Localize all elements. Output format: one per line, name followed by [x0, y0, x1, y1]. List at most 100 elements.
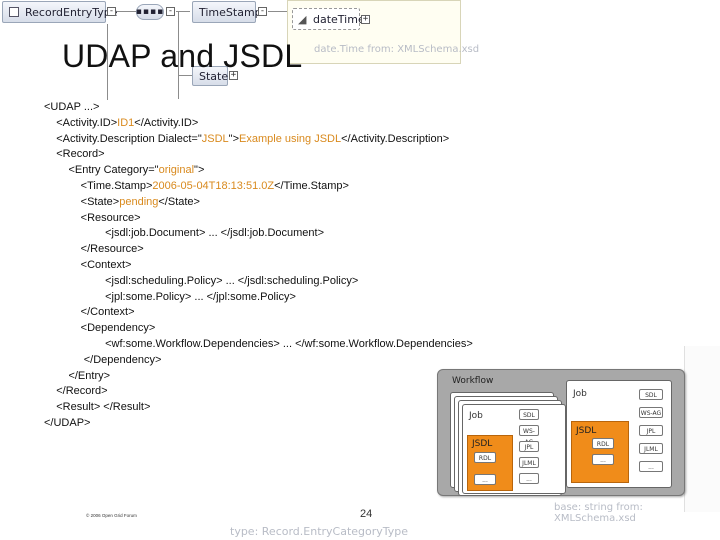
code-text: <Resource> — [44, 211, 141, 224]
code-line: <jsdl:scheduling.Policy> ... </jsdl:sche… — [44, 274, 473, 290]
code-line: <Dependency> — [44, 321, 473, 337]
jsdl-box: JSDL RDL ... — [467, 435, 513, 491]
code-value: JSDL — [201, 132, 229, 145]
code-text: <Result> </Result> — [44, 401, 151, 414]
code-text: <Record> — [44, 148, 105, 161]
ws-ag-chip: WS-AG — [639, 407, 663, 418]
code-text: </Activity.ID> — [134, 116, 199, 129]
jlml-chip: JLML — [519, 457, 539, 468]
schema-node-datetime: ◢ dateTime — [292, 8, 365, 30]
code-text: </Entry> — [44, 369, 111, 382]
code-text: <jpl:some.Policy> ... </jpl:some.Policy> — [44, 290, 296, 303]
sequence-node: ▪▪▪▪ — [136, 4, 164, 20]
expand-icon[interactable]: - — [107, 7, 116, 16]
job-stack: Job JSDL RDL ... SDL WS-AG JPL JLML ... — [446, 384, 566, 496]
schema-node-label: dateTime — [313, 12, 365, 26]
jsdl-label: JSDL — [576, 426, 597, 436]
jlml-chip: JLML — [639, 443, 663, 454]
code-value: Example using JSDL — [239, 132, 342, 145]
code-line: </UDAP> — [44, 416, 473, 432]
code-text: "> — [228, 132, 240, 145]
code-line: <Time.Stamp>2006-05-04T18:13:51.0Z</Time… — [44, 179, 473, 195]
element-icon — [9, 7, 19, 17]
rdl-chip: RDL — [474, 452, 496, 463]
rdl-chip: RDL — [592, 438, 614, 449]
code-text: </Time.Stamp> — [274, 179, 349, 192]
sdl-chip: SDL — [639, 389, 663, 400]
code-text: </State> — [158, 195, 200, 208]
code-text: <jsdl:job.Document> ... </jsdl:job.Docum… — [44, 227, 325, 240]
ellipsis-chip: ... — [592, 454, 614, 465]
expand-icon[interactable]: - — [166, 7, 175, 16]
page-number: 24 — [360, 508, 373, 520]
jpl-chip: JPL — [639, 425, 663, 436]
code-line: </Record> — [44, 384, 473, 400]
code-line: </Dependency> — [44, 353, 473, 369]
code-text: <jsdl:scheduling.Policy> ... </jsdl:sche… — [44, 274, 359, 287]
code-text: </Dependency> — [44, 353, 162, 366]
code-text: </Record> — [44, 385, 108, 398]
code-text: <Time.Stamp> — [44, 179, 153, 192]
schema-node-label: RecordEntryType — [25, 5, 118, 19]
code-line: <Activity.Description Dialect="JSDL">Exa… — [44, 132, 473, 148]
simple-type-icon: ◢ — [298, 13, 307, 26]
code-text: <Activity.Description Dialect=" — [44, 132, 202, 145]
code-line: <wf:some.Workflow.Dependencies> ... </wf… — [44, 337, 473, 353]
ellipsis-chip: ... — [639, 461, 663, 472]
code-text: <wf:some.Workflow.Dependencies> ... </wf… — [44, 337, 473, 350]
code-listing: <UDAP ...> <Activity.ID>ID1</Activity.ID… — [44, 100, 473, 432]
code-value: pending — [119, 195, 159, 208]
ellipsis-chip: ... — [519, 473, 539, 484]
code-text: </Activity.Description> — [341, 132, 450, 145]
sdl-chip: SDL — [519, 409, 539, 420]
code-line: <Entry Category="original"> — [44, 163, 473, 179]
code-line: </Context> — [44, 305, 473, 321]
code-line: <Activity.ID>ID1</Activity.ID> — [44, 116, 473, 132]
code-line: <State>pending</State> — [44, 195, 473, 211]
code-line: <Resource> — [44, 211, 473, 227]
job-label: Job — [573, 389, 587, 399]
job-detail-card: Job JSDL RDL ... SDL WS-AG JPL JLML ... — [566, 380, 672, 488]
ws-ag-chip: WS-AG — [519, 425, 539, 446]
schema-type-annotation: date.Time from: XMLSchema.xsd — [314, 44, 480, 55]
connector-line — [268, 11, 288, 12]
connector-line — [178, 75, 192, 76]
schema-type-annotation: type: Record.EntryCategoryType — [230, 525, 409, 538]
code-value: original — [158, 164, 195, 177]
expand-icon[interactable]: - — [258, 7, 267, 16]
job-card: Job JSDL RDL ... SDL WS-AG JPL JLML ... — [462, 404, 566, 494]
sequence-icon: ▪▪▪▪ — [135, 7, 165, 17]
schema-type-annotation: base: string from: XMLSchema.xsd — [554, 502, 643, 524]
schema-node-label: TimeStamp — [199, 5, 262, 19]
code-value: 2006-05-04T18:13:51.0Z — [152, 179, 275, 192]
schema-node-timestamp: TimeStamp — [192, 1, 262, 23]
code-text: <Context> — [44, 258, 132, 271]
code-text: "> — [194, 164, 205, 177]
copyright-footer: © 2006 Open Grid Forum — [86, 513, 137, 518]
jsdl-box: JSDL RDL ... — [571, 421, 629, 483]
jsdl-label: JSDL — [472, 439, 493, 449]
code-line: </Resource> — [44, 242, 473, 258]
slide-title: UDAP and JSDL — [62, 38, 303, 74]
code-text: <Dependency> — [44, 322, 156, 335]
schema-node-record-entry-type: RecordEntryType — [2, 1, 118, 23]
connector-line — [117, 11, 136, 12]
code-value: ID1 — [117, 116, 135, 129]
jpl-chip: JPL — [519, 441, 539, 452]
expand-icon[interactable]: + — [361, 15, 370, 24]
code-text: <Entry Category=" — [44, 164, 159, 177]
code-text: <UDAP ...> — [44, 101, 100, 113]
code-line: <Result> </Result> — [44, 400, 473, 416]
schema-type-panel — [684, 346, 720, 512]
code-text: </UDAP> — [44, 416, 91, 429]
code-text: <State> — [44, 195, 120, 208]
code-line: <Record> — [44, 147, 473, 163]
workflow-diagram: Workflow Job JSDL RDL ... SDL WS-AG JPL … — [437, 369, 685, 496]
ellipsis-chip: ... — [474, 474, 496, 485]
code-line: </Entry> — [44, 369, 473, 385]
job-label: Job — [469, 411, 483, 421]
code-line: <jsdl:job.Document> ... </jsdl:job.Docum… — [44, 226, 473, 242]
code-line: <jpl:some.Policy> ... </jpl:some.Policy> — [44, 290, 473, 306]
code-text: <Activity.ID> — [44, 116, 118, 129]
code-text: </Context> — [44, 306, 135, 319]
